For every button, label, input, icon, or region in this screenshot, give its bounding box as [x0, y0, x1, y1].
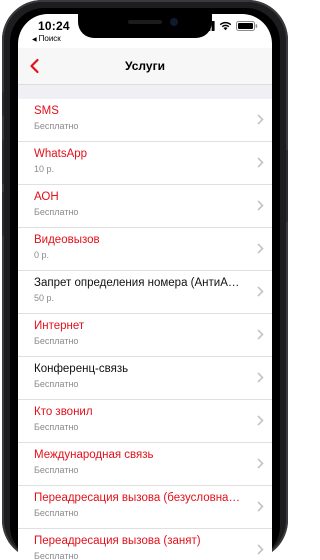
power-button — [286, 150, 288, 222]
wifi-icon — [219, 21, 232, 31]
service-title: WhatsApp — [34, 148, 88, 160]
service-row-internet[interactable]: Интернет Бесплатно — [18, 314, 272, 357]
service-price: 0 р. — [34, 250, 50, 260]
service-title: Видеовызов — [34, 234, 100, 246]
service-row-forward-busy[interactable]: Переадресация вызова (занят) Бесплатно — [18, 529, 272, 560]
service-title: АОН — [34, 191, 59, 203]
service-row-forward-unconditional[interactable]: Переадресация вызова (безусловна… Беспла… — [18, 486, 272, 529]
screen: 10:24 ◀ Поиск Услуги SMS Бесплатно Whats… — [18, 14, 272, 560]
service-row-caller-id-block[interactable]: Запрет определения номера (АнтиА… 50 р. — [18, 271, 272, 314]
service-title: SMS — [34, 105, 59, 117]
service-row-who-called[interactable]: Кто звонил Бесплатно — [18, 400, 272, 443]
back-triangle-icon: ◀ — [32, 37, 37, 43]
services-list: SMS Бесплатно WhatsApp 10 р. АОН Бесплат… — [18, 99, 272, 560]
navigation-bar: Услуги — [18, 48, 272, 85]
service-price: Бесплатно — [34, 121, 79, 131]
volume-down-button — [2, 192, 4, 236]
chevron-right-icon — [257, 286, 264, 297]
chevron-right-icon — [257, 329, 264, 340]
section-spacer — [18, 85, 272, 99]
service-row-international[interactable]: Международная связь Бесплатно — [18, 443, 272, 486]
back-app-label: Поиск — [38, 34, 61, 43]
service-row-videocall[interactable]: Видеовызов 0 р. — [18, 228, 272, 271]
service-row-aon[interactable]: АОН Бесплатно — [18, 185, 272, 228]
service-price: Бесплатно — [34, 465, 79, 475]
service-row-whatsapp[interactable]: WhatsApp 10 р. — [18, 142, 272, 185]
page-title: Услуги — [125, 59, 165, 73]
service-row-conference[interactable]: Конференц-связь Бесплатно — [18, 357, 272, 400]
chevron-right-icon — [257, 501, 264, 512]
service-title: Международная связь — [34, 449, 154, 461]
status-time: 10:24 — [38, 19, 70, 33]
chevron-right-icon — [257, 114, 264, 125]
chevron-right-icon — [257, 415, 264, 426]
chevron-right-icon — [257, 544, 264, 555]
service-title: Интернет — [34, 320, 85, 332]
service-price: 50 р. — [34, 293, 55, 303]
volume-up-button — [2, 140, 4, 184]
service-price: 10 р. — [34, 164, 55, 174]
service-title: Переадресация вызова (занят) — [34, 535, 201, 547]
chevron-right-icon — [257, 200, 264, 211]
mute-switch — [2, 92, 4, 116]
back-to-app-link[interactable]: ◀ Поиск — [32, 34, 61, 43]
service-title: Переадресация вызова (безусловна… — [34, 492, 240, 504]
service-row-sms[interactable]: SMS Бесплатно — [18, 99, 272, 142]
service-price: Бесплатно — [34, 207, 79, 217]
notch — [78, 14, 212, 38]
battery-icon — [236, 21, 258, 31]
service-title: Конференц-связь — [34, 363, 129, 375]
chevron-right-icon — [257, 157, 264, 168]
chevron-right-icon — [257, 243, 264, 254]
service-price: Бесплатно — [34, 379, 79, 389]
service-price: Бесплатно — [34, 551, 79, 560]
service-title: Кто звонил — [34, 406, 93, 418]
service-price: Бесплатно — [34, 422, 79, 432]
service-price: Бесплатно — [34, 508, 79, 518]
chevron-right-icon — [257, 458, 264, 469]
service-price: Бесплатно — [34, 336, 79, 346]
speaker-grille — [128, 20, 162, 24]
chevron-right-icon — [257, 372, 264, 383]
front-camera — [170, 18, 178, 26]
service-title: Запрет определения номера (АнтиА… — [34, 277, 240, 289]
